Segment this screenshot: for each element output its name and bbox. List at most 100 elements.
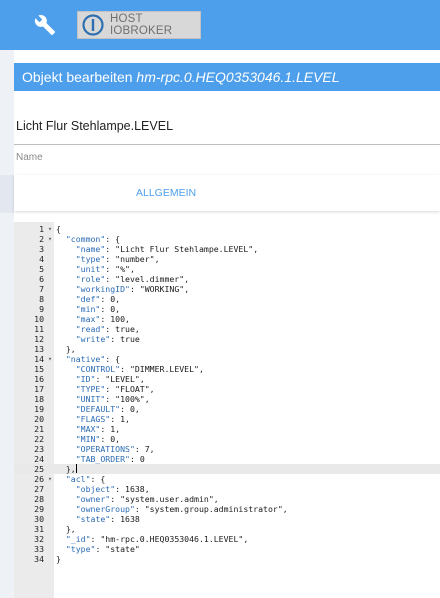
iobroker-logo-icon	[82, 14, 104, 36]
dialog-title-object: hm-rpc.0.HEQ0353046.1.LEVEL	[136, 69, 340, 85]
code-text: "type": "state"	[65, 544, 140, 554]
wrench-icon[interactable]	[30, 10, 60, 40]
line-number: 13	[34, 344, 44, 354]
code-line[interactable]: 5 "unit": "%",	[14, 264, 440, 274]
code-text: },	[56, 464, 77, 474]
line-number: 5	[39, 264, 44, 274]
code-line[interactable]: 25 },	[14, 464, 440, 474]
line-number: 22	[34, 434, 44, 444]
tab-allgemein[interactable]: ALLGEMEIN	[134, 175, 198, 211]
line-number: 12	[34, 334, 44, 344]
fold-toggle-icon[interactable]: ▾	[46, 224, 54, 234]
code-line[interactable]: 2 ▾ "common": {	[14, 234, 440, 244]
code-line[interactable]: 15 "CONTROL": "DIMMER.LEVEL",	[14, 364, 440, 374]
code-text: "TAB_ORDER": 0	[75, 454, 145, 464]
code-line[interactable]: 8 "def": 0,	[14, 294, 440, 304]
code-text: "OPERATIONS": 7,	[75, 444, 155, 454]
line-number: 29	[34, 504, 44, 514]
code-line[interactable]: 3 "name": "Licht Flur Stehlampe.LEVEL",	[14, 244, 440, 254]
line-number: 10	[34, 314, 44, 324]
code-text: "def": 0,	[75, 294, 121, 304]
code-line[interactable]: 9 "min": 0,	[14, 304, 440, 314]
code-line[interactable]: 33 "type": "state"	[14, 544, 440, 554]
code-text: "owner": "system.user.admin",	[75, 494, 219, 504]
line-number: 9	[39, 304, 44, 314]
line-number: 17	[34, 384, 44, 394]
code-text: "state": 1638	[75, 514, 140, 524]
line-number: 30	[34, 514, 44, 524]
code-text: },	[56, 524, 76, 534]
code-line[interactable]: 17 "TYPE": "FLOAT",	[14, 384, 440, 394]
fold-toggle-icon[interactable]: ▾	[46, 474, 54, 484]
code-line[interactable]: 28 "owner": "system.user.admin",	[14, 494, 440, 504]
code-line[interactable]: 18 "UNIT": "100%",	[14, 394, 440, 404]
line-number: 3	[39, 244, 44, 254]
code-line[interactable]: 24 "TAB_ORDER": 0	[14, 454, 440, 464]
line-number: 19	[34, 404, 44, 414]
code-text: "_id": "hm-rpc.0.HEQ0353046.1.LEVEL",	[65, 534, 249, 544]
code-text: "acl": {	[65, 474, 106, 484]
code-text: "min": 0,	[75, 304, 121, 314]
host-iobroker-button[interactable]: HOST IOBROKER	[77, 11, 201, 39]
code-line[interactable]: 6 "role": "level.dimmer",	[14, 274, 440, 284]
line-number: 8	[39, 294, 44, 304]
code-line[interactable]: 14 ▾ "native": {	[14, 354, 440, 364]
code-line[interactable]: 19 "DEFAULT": 0,	[14, 404, 440, 414]
code-text: {	[56, 224, 61, 234]
code-line[interactable]: 11 "read": true,	[14, 324, 440, 334]
code-line[interactable]: 12 "write": true	[14, 334, 440, 344]
line-number: 4	[39, 254, 44, 264]
code-line[interactable]: 34}	[14, 554, 440, 564]
code-text: "read": true,	[75, 324, 140, 334]
fold-toggle-icon[interactable]: ▾	[46, 354, 54, 364]
code-text: "write": true	[75, 334, 140, 344]
dialog-title: Objekt bearbeiten hm-rpc.0.HEQ0353046.1.…	[14, 63, 440, 91]
code-line[interactable]: 30 "state": 1638	[14, 514, 440, 524]
code-text: "native": {	[65, 354, 121, 364]
code-line[interactable]: 32 "_id": "hm-rpc.0.HEQ0353046.1.LEVEL",	[14, 534, 440, 544]
code-text: "MAX": 1,	[75, 424, 121, 434]
code-text: "ID": "LEVEL",	[75, 374, 145, 384]
code-line[interactable]: 27 "object": 1638,	[14, 484, 440, 494]
code-line[interactable]: 13 },	[14, 344, 440, 354]
code-line[interactable]: 20 "FLAGS": 1,	[14, 414, 440, 424]
name-field-underline	[14, 144, 440, 145]
line-number: 6	[39, 274, 44, 284]
code-line[interactable]: 31 },	[14, 524, 440, 534]
line-number: 24	[34, 454, 44, 464]
code-line[interactable]: 22 "MIN": 0,	[14, 434, 440, 444]
code-line[interactable]: 16 "ID": "LEVEL",	[14, 374, 440, 384]
line-number: 15	[34, 364, 44, 374]
code-text: "common": {	[65, 234, 121, 244]
code-text: "unit": "%",	[75, 264, 135, 274]
code-line[interactable]: 23 "OPERATIONS": 7,	[14, 444, 440, 454]
line-number: 1	[39, 224, 44, 234]
code-text: },	[56, 344, 76, 354]
line-number: 28	[34, 494, 44, 504]
line-number: 31	[34, 524, 44, 534]
code-line[interactable]: 4 "type": "number",	[14, 254, 440, 264]
code-line[interactable]: 21 "MAX": 1,	[14, 424, 440, 434]
line-number: 25	[34, 464, 44, 474]
code-line[interactable]: 7 "workingID": "WORKING",	[14, 284, 440, 294]
code-line[interactable]: 1 ▾{	[14, 224, 440, 234]
code-text: "CONTROL": "DIMMER.LEVEL",	[75, 364, 204, 374]
fold-toggle-icon[interactable]: ▾	[46, 234, 54, 244]
host-button-label: HOST IOBROKER	[110, 13, 173, 37]
line-number: 21	[34, 424, 44, 434]
text-cursor	[75, 464, 77, 473]
line-number: 18	[34, 394, 44, 404]
code-text: "FLAGS": 1,	[75, 414, 130, 424]
dialog-title-prefix: Objekt bearbeiten	[22, 69, 133, 85]
code-text: "type": "number",	[75, 254, 160, 264]
code-line[interactable]: 10 "max": 100,	[14, 314, 440, 324]
code-text: "object": 1638,	[75, 484, 150, 494]
left-backdrop	[0, 50, 14, 598]
line-number: 14	[34, 354, 44, 364]
code-text: "MIN": 0,	[75, 434, 121, 444]
code-line[interactable]: 29 "ownerGroup": "system.group.administr…	[14, 504, 440, 514]
code-text: "max": 100,	[75, 314, 130, 324]
name-field[interactable]: Licht Flur Stehlampe.LEVEL	[16, 119, 173, 133]
code-line[interactable]: 26 ▾ "acl": {	[14, 474, 440, 484]
code-text: "workingID": "WORKING",	[75, 284, 190, 294]
